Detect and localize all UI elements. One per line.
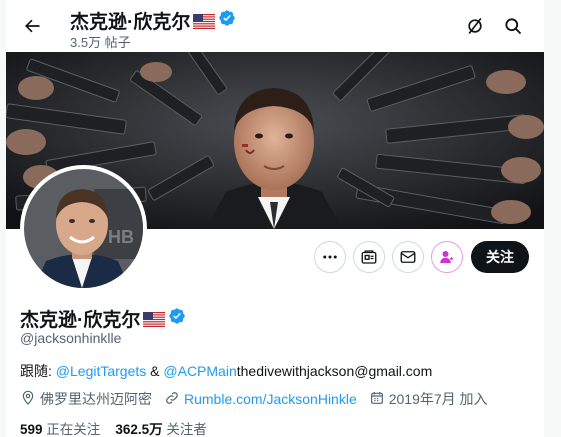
subscribe-icon[interactable] xyxy=(431,241,463,273)
bio-email: thedivewithjackson@gmail.com xyxy=(236,363,433,379)
profile-header: 杰克逊·欣克尔 3.5万 帖子 xyxy=(6,0,544,52)
us-flag-icon xyxy=(193,13,216,29)
website-item: Rumble.com/JacksonHinkle xyxy=(164,390,357,409)
profile-panel: 杰克逊·欣克尔 3.5万 帖子 HB 关注 杰克逊·欣克尔 @jacksonhi… xyxy=(6,0,544,437)
following-count: 599 xyxy=(20,422,43,437)
following-label: 正在关注 xyxy=(42,422,101,437)
subscribe-newsletter-icon[interactable] xyxy=(353,241,385,273)
svg-text:HB: HB xyxy=(108,227,134,247)
bio-prefix: 跟随: xyxy=(20,363,56,379)
header-name-text: 杰克逊·欣克尔 xyxy=(70,12,191,33)
page-frame: 杰克逊·欣克尔 3.5万 帖子 HB 关注 杰克逊·欣克尔 @jacksonhi… xyxy=(0,0,561,437)
follow-button[interactable]: 关注 xyxy=(471,241,529,273)
bio-and: & xyxy=(146,363,164,379)
followers-label: 关注者 xyxy=(162,422,207,437)
location-text: 佛罗里达州迈阿密 xyxy=(40,391,152,407)
joined-text: 2019年7月 加入 xyxy=(388,391,488,407)
bio-link-legittargets[interactable]: @LegitTargets xyxy=(56,363,146,379)
header-name: 杰克逊·欣克尔 xyxy=(70,7,236,34)
profile-bio: 跟随: @LegitTargets & @ACPMainthedivewithj… xyxy=(20,361,432,381)
link-icon xyxy=(164,390,180,409)
location-item: 佛罗里达州迈阿密 xyxy=(20,389,152,409)
profile-stats: 599 正在关注 362.5万 关注者 xyxy=(20,418,207,437)
verified-icon xyxy=(218,9,236,33)
website-link[interactable]: Rumble.com/JacksonHinkle xyxy=(184,391,357,407)
more-icon[interactable] xyxy=(314,241,346,273)
search-icon[interactable] xyxy=(495,8,531,44)
following-link[interactable]: 599 正在关注 xyxy=(20,422,100,437)
back-arrow-icon[interactable] xyxy=(14,8,50,44)
profile-name: 杰克逊·欣克尔 xyxy=(20,305,186,332)
verified-icon[interactable] xyxy=(168,307,186,331)
location-icon xyxy=(20,390,36,409)
message-icon[interactable] xyxy=(392,241,424,273)
profile-handle: @jacksonhinklle xyxy=(20,330,122,346)
profile-avatar[interactable]: HB xyxy=(20,165,147,292)
joined-item: 2019年7月 加入 xyxy=(369,389,488,409)
profile-name-text: 杰克逊·欣克尔 xyxy=(20,310,141,331)
calendar-icon xyxy=(369,390,385,409)
profile-meta: 佛罗里达州迈阿密 Rumble.com/JacksonHinkle 2019年7… xyxy=(20,389,500,409)
bio-link-acpmain[interactable]: @ACPMain xyxy=(163,363,236,379)
followers-count: 362.5万 xyxy=(115,422,163,437)
followers-link[interactable]: 362.5万 关注者 xyxy=(115,422,207,437)
grok-icon[interactable] xyxy=(457,8,493,44)
posts-count: 3.5万 帖子 xyxy=(70,35,131,50)
us-flag-icon xyxy=(143,311,166,327)
